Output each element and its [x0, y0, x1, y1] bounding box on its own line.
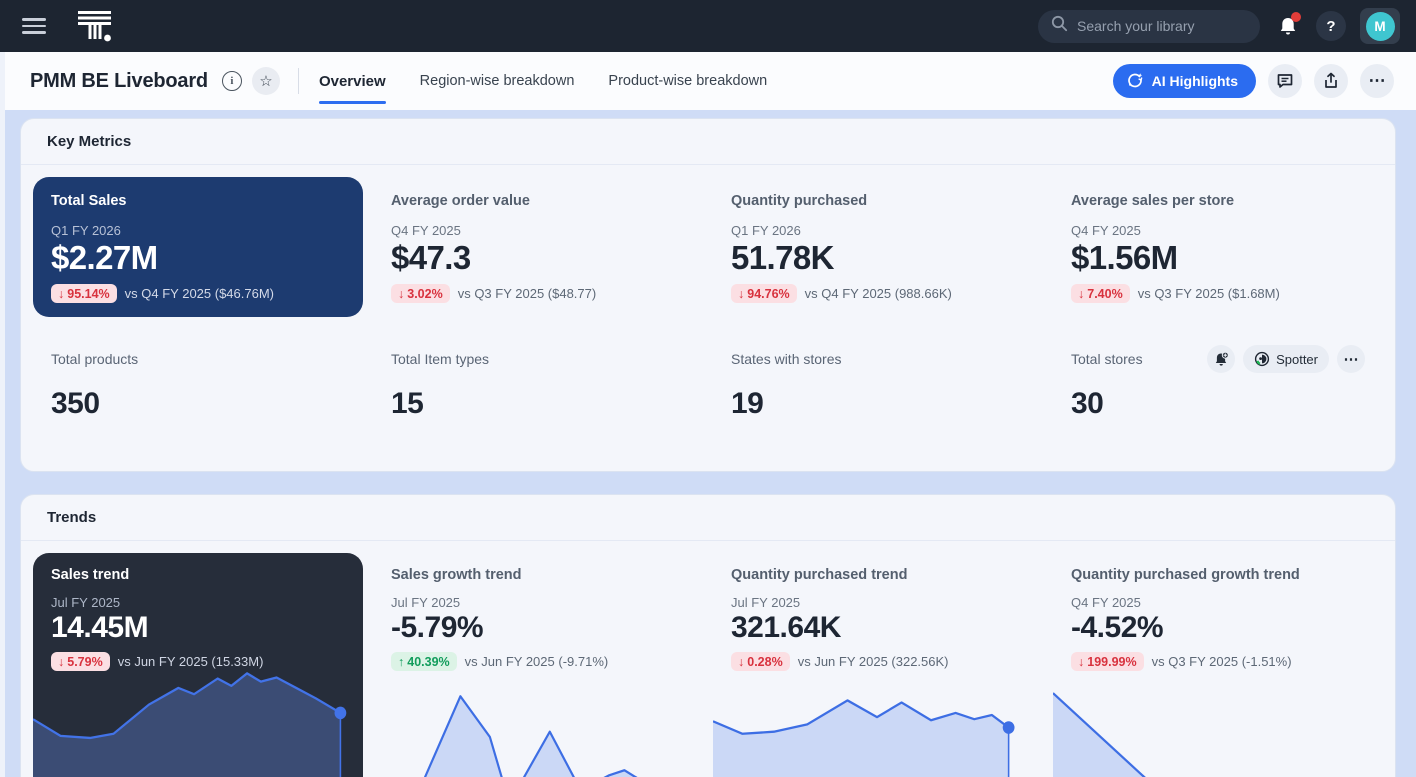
- kpi-tile-quantity-purchased[interactable]: Quantity purchased Q1 FY 2026 51.78K ↓94…: [713, 177, 1043, 317]
- library-search[interactable]: [1038, 10, 1260, 43]
- trend-period: Jul FY 2025: [731, 595, 1025, 610]
- kpi-tile-total-stores[interactable]: Total stores: [1053, 337, 1383, 421]
- tab-product-wise-breakdown[interactable]: Product-wise breakdown: [608, 52, 767, 110]
- ai-highlights-button[interactable]: AI Highlights: [1113, 64, 1256, 98]
- kpi-value: 19: [731, 387, 1025, 421]
- trend-period: Q4 FY 2025: [1071, 595, 1365, 610]
- search-icon: [1051, 15, 1068, 37]
- share-button[interactable]: [1314, 64, 1348, 98]
- bell-plus-icon: [1213, 351, 1230, 368]
- search-input[interactable]: [1077, 18, 1237, 34]
- comments-button[interactable]: [1268, 64, 1302, 98]
- notifications-bell-icon[interactable]: [1274, 12, 1302, 40]
- trend-down-icon: ↓: [398, 287, 404, 301]
- trend-period: Jul FY 2025: [391, 595, 685, 610]
- change-badge: ↓3.02%: [391, 284, 450, 303]
- trend-card-quantity-purchased-trend[interactable]: Quantity purchased trend Jul FY 2025 321…: [713, 553, 1043, 777]
- trends-title: Trends: [21, 495, 1395, 541]
- kpi-tile-total-item-types[interactable]: Total Item types 15: [373, 337, 703, 421]
- kpi-tile-average-sales-per-store[interactable]: Average sales per store Q4 FY 2025 $1.56…: [1053, 177, 1383, 317]
- ai-sparkle-icon: [1126, 71, 1144, 92]
- create-alert-button[interactable]: [1207, 345, 1235, 373]
- kpi-title: States with stores: [731, 351, 842, 367]
- trend-down-icon: ↓: [58, 287, 64, 301]
- comment-icon: [1276, 72, 1294, 90]
- trend-title: Quantity purchased trend: [731, 567, 1025, 583]
- kpi-period: Q4 FY 2025: [391, 223, 685, 238]
- help-icon[interactable]: ?: [1316, 11, 1346, 41]
- trend-value: -4.52%: [1071, 611, 1365, 645]
- spotter-button[interactable]: Spotter: [1243, 345, 1329, 373]
- kpi-title: Quantity purchased: [731, 193, 1025, 209]
- kpi-compare-text: vs Q4 FY 2025 (988.66K): [805, 286, 952, 301]
- sparkline-chart: [713, 665, 1043, 777]
- page-title: PMM BE Liveboard: [30, 70, 208, 93]
- kpi-title: Total stores: [1071, 351, 1143, 367]
- kpi-value: 51.78K: [731, 239, 1025, 277]
- trend-down-icon: ↓: [738, 287, 744, 301]
- sparkline-chart: [373, 665, 703, 777]
- kpi-value: 15: [391, 387, 685, 421]
- trend-title: Sales growth trend: [391, 567, 685, 583]
- kpi-compare-text: vs Q3 FY 2025 ($48.77): [458, 286, 597, 301]
- trend-value: 14.45M: [51, 611, 345, 645]
- liveboard-tabs: Overview Region-wise breakdown Product-w…: [319, 52, 767, 110]
- trends-section: Trends Sales trend Jul FY 2025 14.45M ↓5…: [20, 494, 1396, 777]
- header-divider: [298, 68, 299, 94]
- kpi-period: Q1 FY 2026: [731, 223, 1025, 238]
- share-icon: [1322, 72, 1340, 90]
- change-badge: ↓94.76%: [731, 284, 797, 303]
- spotter-label: Spotter: [1276, 352, 1318, 367]
- tab-overview[interactable]: Overview: [319, 52, 386, 110]
- spotter-icon: [1254, 351, 1270, 367]
- trend-title: Quantity purchased growth trend: [1071, 567, 1365, 583]
- kpi-period: Q1 FY 2026: [51, 223, 345, 238]
- top-navbar: ? M: [0, 0, 1416, 52]
- kpi-tile-total-products[interactable]: Total products 350: [33, 337, 363, 421]
- tile-more-options-button[interactable]: ⋯: [1337, 345, 1365, 373]
- kpi-tile-total-sales[interactable]: Total Sales Q1 FY 2026 $2.27M ↓95.14% vs…: [33, 177, 363, 317]
- left-edge-gutter: [0, 52, 5, 777]
- user-menu[interactable]: M: [1360, 8, 1400, 44]
- trend-title: Sales trend: [51, 567, 345, 583]
- kpi-title: Average order value: [391, 193, 685, 209]
- sparkline-chart: [33, 665, 363, 777]
- avatar: M: [1366, 12, 1395, 41]
- kpi-tile-states-with-stores[interactable]: States with stores 19: [713, 337, 1043, 421]
- kpi-title: Total Sales: [51, 193, 345, 209]
- trend-value: 321.64K: [731, 611, 1025, 645]
- notification-badge-dot: [1291, 12, 1301, 22]
- trend-value: -5.79%: [391, 611, 685, 645]
- trend-period: Jul FY 2025: [51, 595, 345, 610]
- key-metrics-section: Key Metrics Total Sales Q1 FY 2026 $2.27…: [20, 118, 1396, 472]
- liveboard-header: PMM BE Liveboard i ☆ Overview Region-wis…: [0, 52, 1416, 110]
- trend-card-sales-growth-trend[interactable]: Sales growth trend Jul FY 2025 -5.79% ↑4…: [373, 553, 703, 777]
- change-badge: ↓95.14%: [51, 284, 117, 303]
- trend-card-quantity-purchased-growth-trend[interactable]: Quantity purchased growth trend Q4 FY 20…: [1053, 553, 1383, 777]
- kpi-tile-average-order-value[interactable]: Average order value Q4 FY 2025 $47.3 ↓3.…: [373, 177, 703, 317]
- trend-card-sales-trend[interactable]: Sales trend Jul FY 2025 14.45M ↓5.79% vs…: [33, 553, 363, 777]
- hamburger-menu-icon[interactable]: [22, 18, 46, 34]
- trend-down-icon: ↓: [1078, 287, 1084, 301]
- key-metrics-title: Key Metrics: [21, 119, 1395, 165]
- kpi-title: Average sales per store: [1071, 193, 1365, 209]
- change-badge: ↓7.40%: [1071, 284, 1130, 303]
- kpi-value: 30: [1071, 387, 1365, 421]
- kpi-title: Total products: [51, 351, 138, 367]
- favorite-star-icon[interactable]: ☆: [252, 67, 280, 95]
- kpi-value: 350: [51, 387, 345, 421]
- thoughtspot-logo-icon[interactable]: [76, 9, 114, 43]
- kpi-value: $47.3: [391, 239, 685, 277]
- more-options-button[interactable]: ⋯: [1360, 64, 1394, 98]
- kpi-value: $2.27M: [51, 239, 345, 277]
- kpi-title: Total Item types: [391, 351, 489, 367]
- info-icon[interactable]: i: [222, 71, 242, 91]
- kpi-period: Q4 FY 2025: [1071, 223, 1365, 238]
- ai-highlights-label: AI Highlights: [1152, 73, 1238, 89]
- kpi-compare-text: vs Q4 FY 2025 ($46.76M): [125, 286, 274, 301]
- tab-region-wise-breakdown[interactable]: Region-wise breakdown: [420, 52, 575, 110]
- kpi-value: $1.56M: [1071, 239, 1365, 277]
- kpi-compare-text: vs Q3 FY 2025 ($1.68M): [1138, 286, 1280, 301]
- sparkline-chart: [1053, 665, 1383, 777]
